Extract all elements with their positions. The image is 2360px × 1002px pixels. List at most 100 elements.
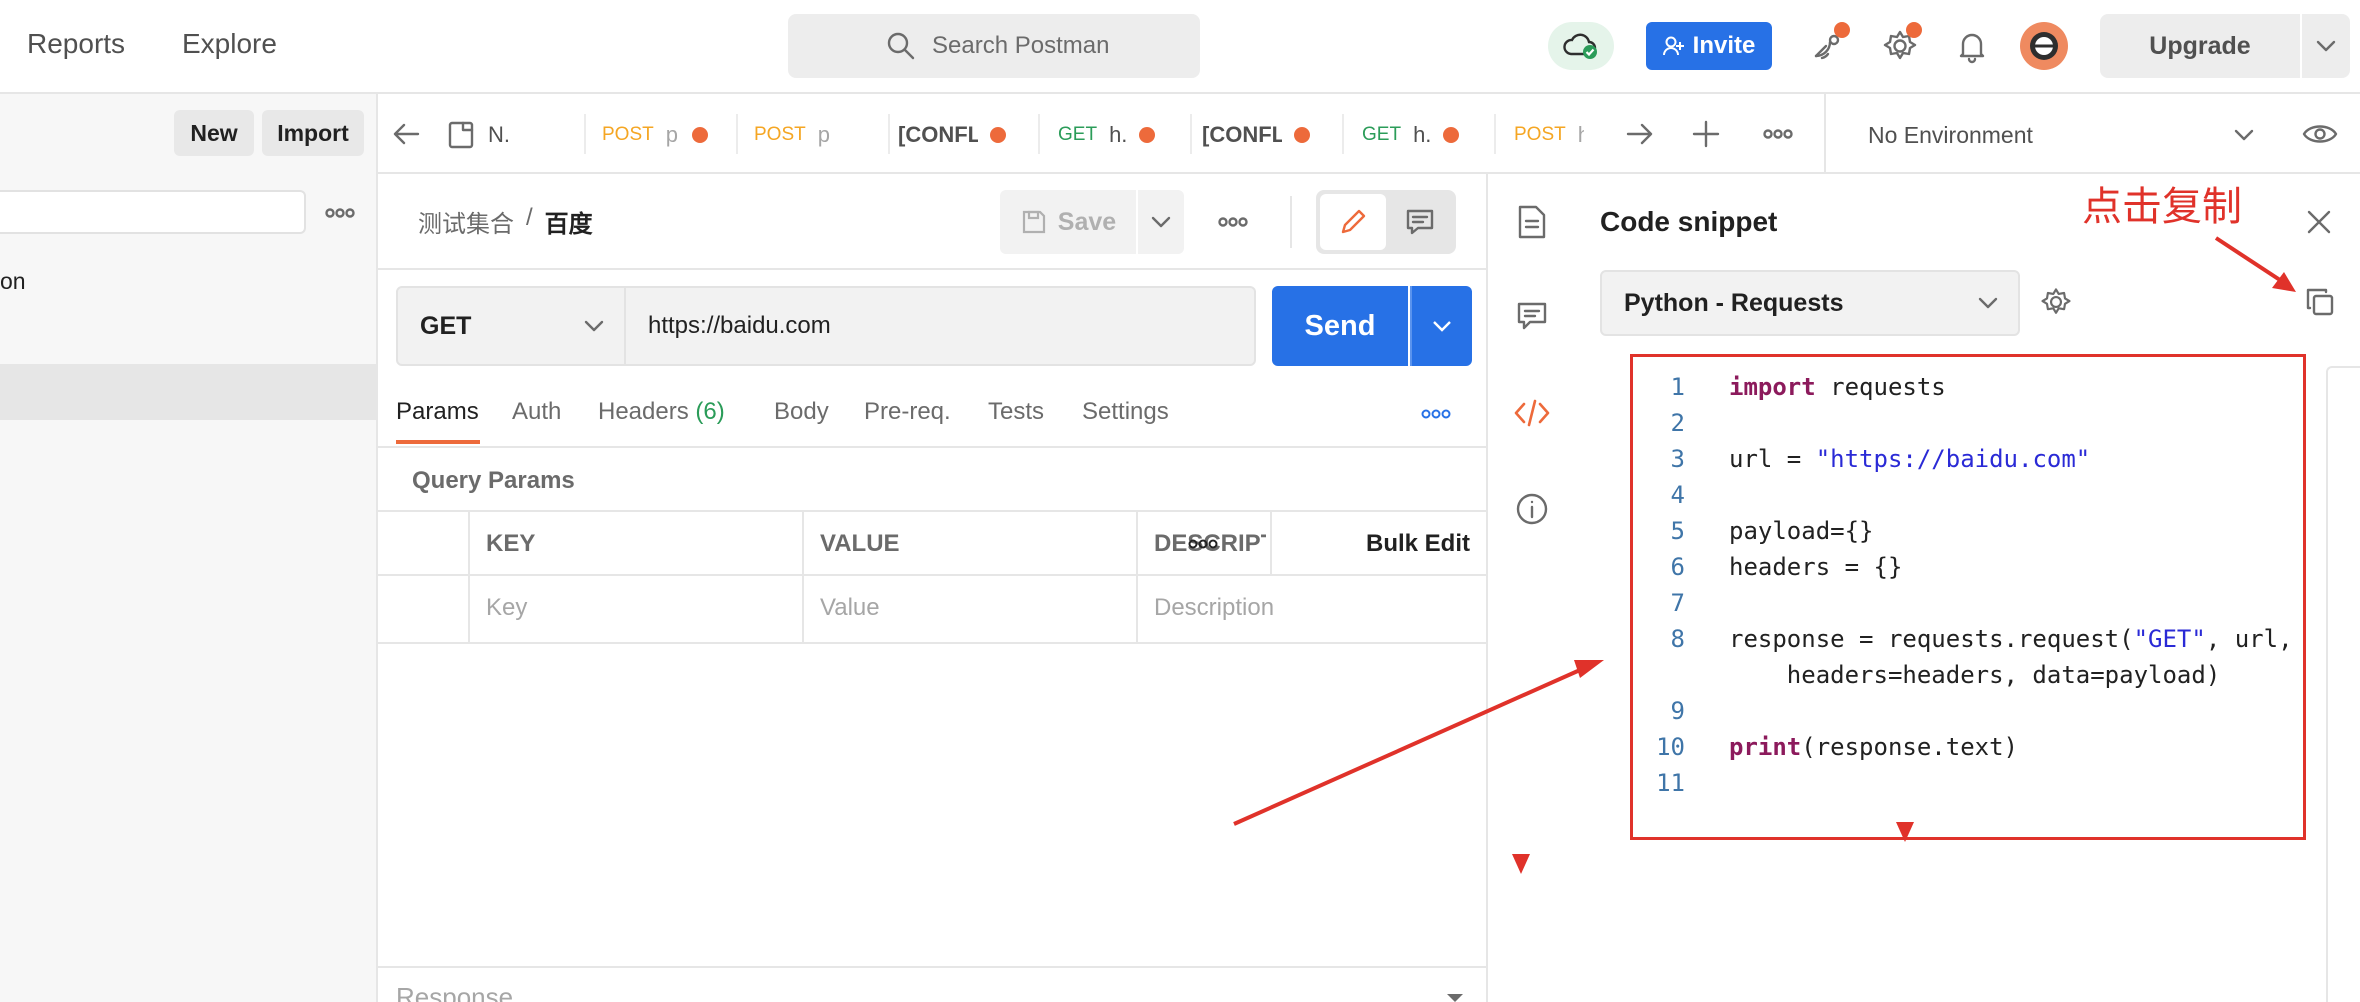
invite-button[interactable]: Invite (1646, 22, 1772, 70)
info-icon[interactable] (1515, 492, 1549, 526)
save-label: Save (1057, 207, 1117, 236)
code-text: payload={} (1729, 517, 1874, 545)
notification-dot (1906, 22, 1922, 38)
request-tabs-more-icon[interactable] (1421, 409, 1451, 419)
tab-5[interactable]: [CONFL (1202, 108, 1318, 162)
col-header-key: KEY (486, 530, 536, 557)
snippet-settings-icon[interactable] (2038, 284, 2074, 320)
tab-separator (1038, 114, 1040, 154)
code-snippet-title: Code snippet (1600, 206, 1778, 237)
breadcrumb-current: 百度 (544, 211, 593, 238)
tab-2[interactable]: POST p (754, 108, 874, 162)
search-bar[interactable]: Search Postman (788, 14, 1200, 78)
editor-scrollbar[interactable] (2326, 366, 2360, 1002)
settings-button[interactable] (1880, 22, 1922, 66)
upgrade-dropdown-button[interactable] (2302, 14, 2350, 78)
upgrade-button[interactable]: Upgrade (2100, 14, 2300, 78)
tab-7[interactable]: POST h (1514, 108, 1584, 162)
chevron-down-icon (1978, 297, 1998, 309)
sidebar-item[interactable]: on (0, 268, 26, 295)
params-header-row (378, 512, 1486, 576)
unsaved-dot (1139, 127, 1156, 143)
code-line: 4 (1633, 477, 1685, 513)
code-editor[interactable]: 1 import requests 2 3 url = "https://baidu… (1630, 354, 2306, 840)
comment-mode-button[interactable] (1388, 194, 1452, 250)
tab-tests[interactable]: Tests (988, 398, 1044, 426)
tab-label: N. (488, 122, 510, 147)
tab-0[interactable]: N. (446, 108, 576, 162)
code-string: "GET" (2133, 625, 2206, 653)
tab-method: POST (754, 124, 806, 145)
pencil-icon (1341, 209, 1366, 234)
environment-select[interactable]: No Environment (1840, 108, 2260, 162)
description-input[interactable]: Description (1154, 594, 1274, 622)
tab-prereq[interactable]: Pre-req. (864, 398, 951, 426)
more-options-icon[interactable] (325, 208, 355, 218)
method-select[interactable]: GET (396, 286, 626, 366)
sidebar-item-selected[interactable] (0, 364, 376, 420)
table-more-icon[interactable] (1188, 539, 1218, 549)
col-divider (802, 512, 804, 642)
close-icon[interactable] (2306, 209, 2332, 235)
save-dropdown-button[interactable] (1138, 190, 1184, 254)
sync-status-button[interactable] (1548, 22, 1614, 70)
code-icon[interactable] (1514, 398, 1550, 428)
save-button[interactable]: Save (1000, 190, 1136, 254)
language-select[interactable]: Python - Requests (1600, 270, 2020, 336)
request-more-icon[interactable] (1218, 217, 1248, 227)
url-input[interactable]: https://baidu.com (626, 286, 1256, 366)
tab-1[interactable]: POST p (602, 108, 722, 162)
tab-3[interactable]: [CONFL (898, 108, 1014, 162)
nav-explore[interactable]: Explore (182, 28, 277, 60)
avatar[interactable] (2020, 22, 2068, 70)
more-tabs-icon[interactable] (1763, 129, 1793, 139)
sidebar-filter-input[interactable] (0, 190, 306, 234)
tab-auth[interactable]: Auth (512, 398, 561, 426)
edit-mode-button[interactable] (1320, 194, 1386, 250)
line-number: 7 (1670, 589, 1685, 617)
new-button[interactable]: New (174, 110, 254, 156)
headers-count: (6) (695, 398, 725, 425)
notifications-button[interactable] (1952, 26, 1992, 66)
tab-settings[interactable]: Settings (1082, 398, 1169, 426)
copy-icon[interactable] (2304, 286, 2336, 318)
send-dropdown-button[interactable] (1410, 286, 1472, 366)
plus-icon[interactable] (1692, 120, 1720, 148)
search-placeholder: Search Postman (932, 32, 1110, 59)
method-label: GET (420, 311, 472, 340)
documentation-icon[interactable] (1516, 204, 1548, 240)
back-arrow-icon[interactable] (392, 122, 420, 146)
unsaved-dot (990, 127, 1006, 143)
search-icon (887, 32, 915, 60)
forward-arrow-icon[interactable] (1626, 122, 1654, 146)
add-person-icon (1662, 36, 1684, 56)
code-line: 9 (1633, 693, 1685, 729)
import-button[interactable]: Import (262, 110, 364, 156)
col-header-value: VALUE (820, 530, 900, 557)
tab-body[interactable]: Body (774, 398, 829, 426)
code-text: url = (1729, 445, 1816, 473)
key-input[interactable]: Key (486, 594, 527, 622)
eye-icon[interactable] (2302, 122, 2338, 146)
code-line: headers=headers, data=payload) (1633, 657, 2220, 693)
tab-6[interactable]: GET h. (1362, 108, 1472, 162)
query-params-title: Query Params (412, 467, 575, 494)
bulk-edit-button[interactable]: Bulk Edit (1366, 530, 1470, 558)
tab-params[interactable]: Params (396, 398, 479, 426)
breadcrumb-separator: / (526, 204, 533, 231)
code-text: , url, (2205, 625, 2293, 653)
nav-reports[interactable]: Reports (27, 28, 125, 60)
view-mode-toggle (1316, 190, 1456, 254)
value-input[interactable]: Value (820, 594, 880, 622)
satellite-icon-button[interactable] (1808, 22, 1850, 66)
tab-headers[interactable]: Headers (6) (598, 398, 725, 426)
send-button[interactable]: Send (1272, 286, 1408, 366)
breadcrumb-parent[interactable]: 测试集合 (418, 204, 514, 239)
comments-icon[interactable] (1516, 300, 1548, 332)
response-toggle-icon[interactable] (1446, 992, 1464, 1002)
tab-separator (1494, 114, 1496, 154)
response-label[interactable]: Response (396, 982, 513, 1002)
code-line: 6 headers = {} (1633, 549, 1903, 585)
chevron-down-icon (1433, 321, 1451, 332)
tab-4[interactable]: GET h. (1058, 108, 1168, 162)
